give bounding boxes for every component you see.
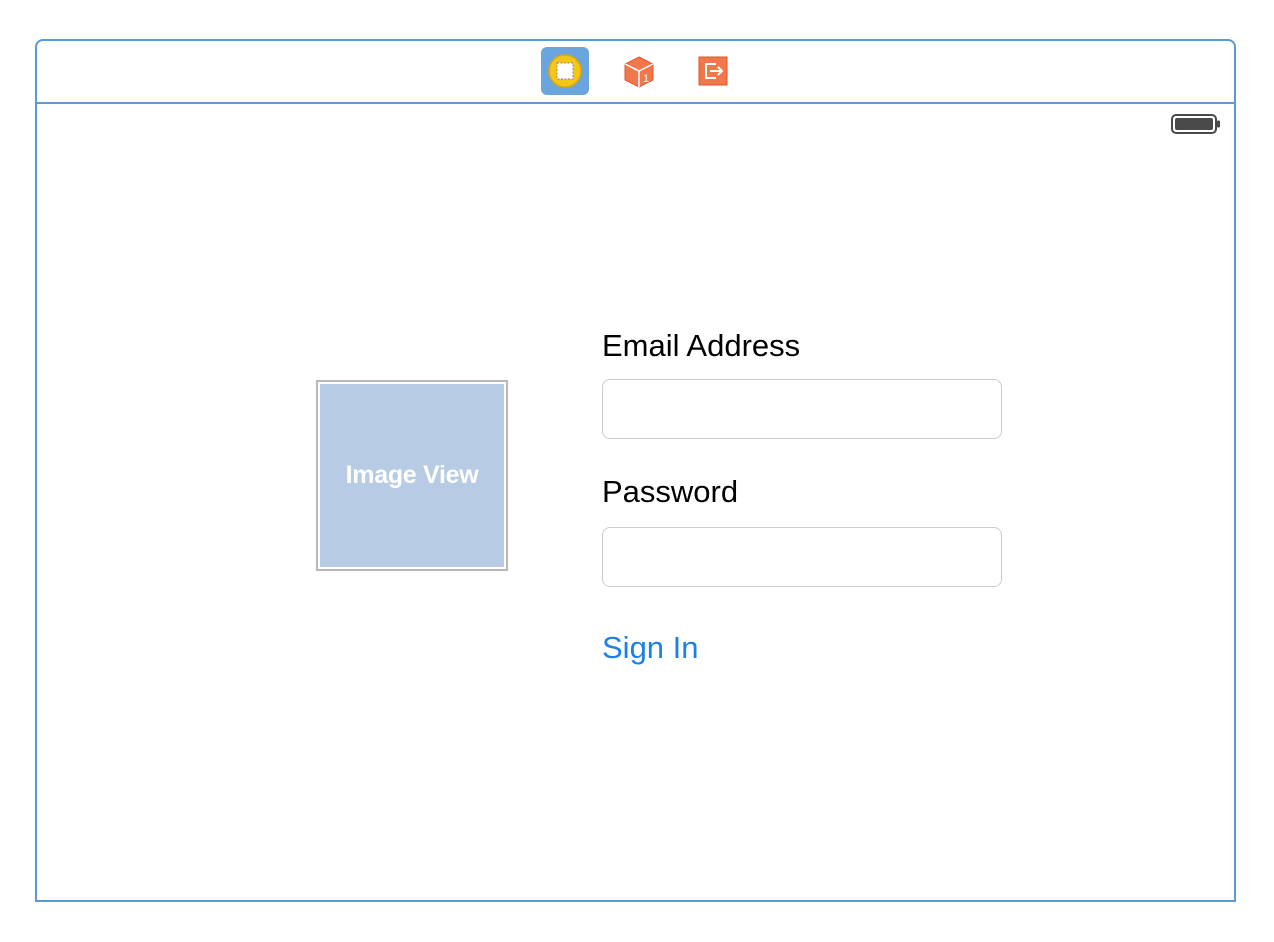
- password-field[interactable]: [602, 527, 1002, 587]
- sign-in-button[interactable]: Sign In: [602, 630, 699, 666]
- view-controller-scene: 1 Image View Email Address Password Sign…: [35, 39, 1236, 902]
- email-address-label: Email Address: [602, 328, 801, 363]
- image-view-placeholder: Image View: [320, 384, 504, 567]
- password-label: Password: [602, 474, 739, 509]
- svg-text:1: 1: [643, 73, 649, 85]
- first-responder-icon[interactable]: 1: [615, 47, 663, 95]
- image-view-label: Image View: [345, 461, 479, 489]
- scene-dock: 1: [37, 41, 1234, 104]
- email-address-field[interactable]: [602, 379, 1002, 439]
- exit-icon[interactable]: [689, 47, 737, 95]
- view-controller-icon[interactable]: [541, 47, 589, 95]
- image-view[interactable]: Image View: [316, 380, 508, 571]
- battery-icon: [1171, 113, 1221, 135]
